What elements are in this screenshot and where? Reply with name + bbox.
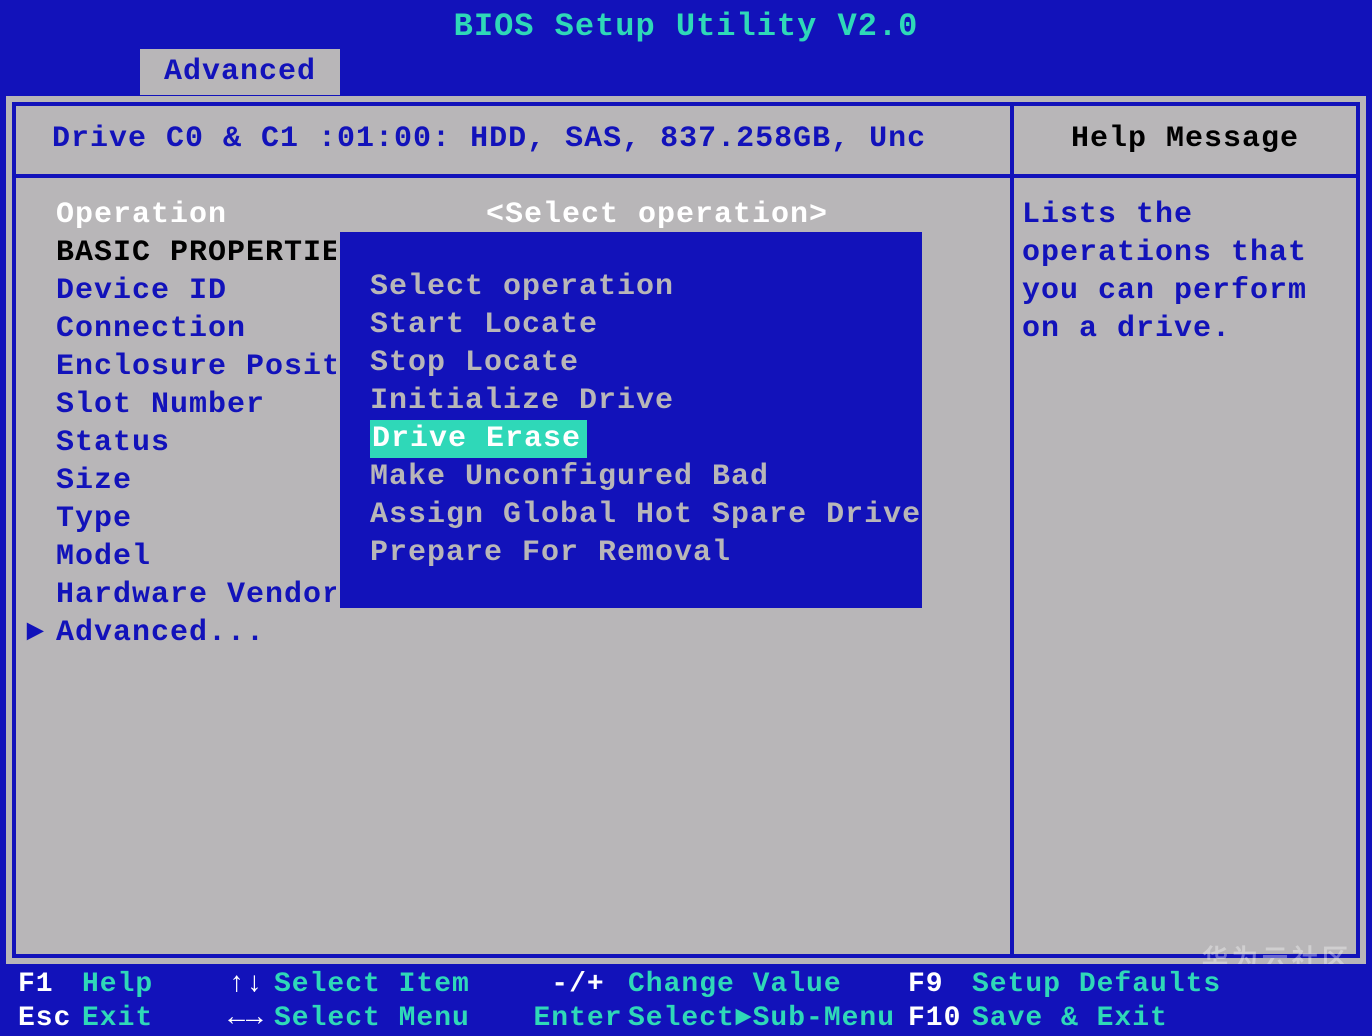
hint-help: Help	[82, 969, 153, 1000]
hint-exit: Exit	[82, 1003, 153, 1034]
hint-change-value: Change Value	[628, 969, 842, 1000]
popup-item-assign-global-hot-spare[interactable]: Assign Global Hot Spare Drive	[370, 496, 902, 534]
popup-item-start-locate[interactable]: Start Locate	[370, 306, 902, 344]
triangle-right-icon: ►	[26, 614, 45, 652]
operation-popup: Select operation Start Locate Stop Locat…	[336, 228, 926, 612]
popup-item-make-unconfigured-bad[interactable]: Make Unconfigured Bad	[370, 458, 902, 496]
key-minus-plus: -/+	[528, 968, 628, 1002]
operation-label: Operation	[56, 198, 227, 232]
advanced-label: Advanced...	[56, 616, 265, 650]
properties-panel: Operation <Select operation> BASIC PROPE…	[12, 178, 1010, 958]
tab-row: Advanced	[0, 49, 1372, 97]
footer: F1Help ↑↓Select Item -/+Change Value F9S…	[0, 964, 1372, 1036]
footer-row-1: F1Help ↑↓Select Item -/+Change Value F9S…	[18, 968, 1354, 1002]
help-title: Help Message	[1010, 102, 1360, 178]
hint-select-menu: Select Menu	[274, 1003, 470, 1034]
footer-row-2: EscExit ←→Select Menu EnterSelect►Sub-Me…	[18, 1002, 1354, 1036]
popup-item-initialize-drive[interactable]: Initialize Drive	[370, 382, 902, 420]
popup-item-select-operation[interactable]: Select operation	[370, 268, 902, 306]
hint-setup-defaults: Setup Defaults	[972, 969, 1221, 1000]
drive-info: Drive C0 & C1 :01:00: HDD, SAS, 837.258G…	[12, 102, 1010, 178]
hint-select-item: Select Item	[274, 969, 470, 1000]
bios-title: BIOS Setup Utility V2.0	[0, 0, 1372, 49]
body-row: Operation <Select operation> BASIC PROPE…	[12, 178, 1360, 958]
key-f9: F9	[908, 968, 972, 1002]
key-enter: Enter	[528, 1002, 628, 1036]
tab-advanced[interactable]: Advanced	[140, 49, 340, 95]
arrows-up-down-icon: ↑↓	[218, 968, 274, 1002]
key-esc: Esc	[18, 1002, 82, 1036]
popup-item-prepare-for-removal[interactable]: Prepare For Removal	[370, 534, 902, 572]
prop-advanced[interactable]: ► Advanced...	[56, 614, 1010, 652]
hint-select-sub-menu: Select►Sub-Menu	[628, 1003, 895, 1034]
main-frame: Drive C0 & C1 :01:00: HDD, SAS, 837.258G…	[6, 96, 1366, 964]
hint-save-exit: Save & Exit	[972, 1003, 1168, 1034]
popup-item-stop-locate[interactable]: Stop Locate	[370, 344, 902, 382]
popup-item-drive-erase[interactable]: Drive Erase	[370, 420, 587, 458]
key-f10: F10	[908, 1002, 972, 1036]
help-panel: Lists the operations that you can perfor…	[1010, 178, 1360, 958]
key-f1: F1	[18, 968, 82, 1002]
header-row: Drive C0 & C1 :01:00: HDD, SAS, 837.258G…	[12, 102, 1360, 178]
arrows-left-right-icon: ←→	[218, 1002, 274, 1036]
